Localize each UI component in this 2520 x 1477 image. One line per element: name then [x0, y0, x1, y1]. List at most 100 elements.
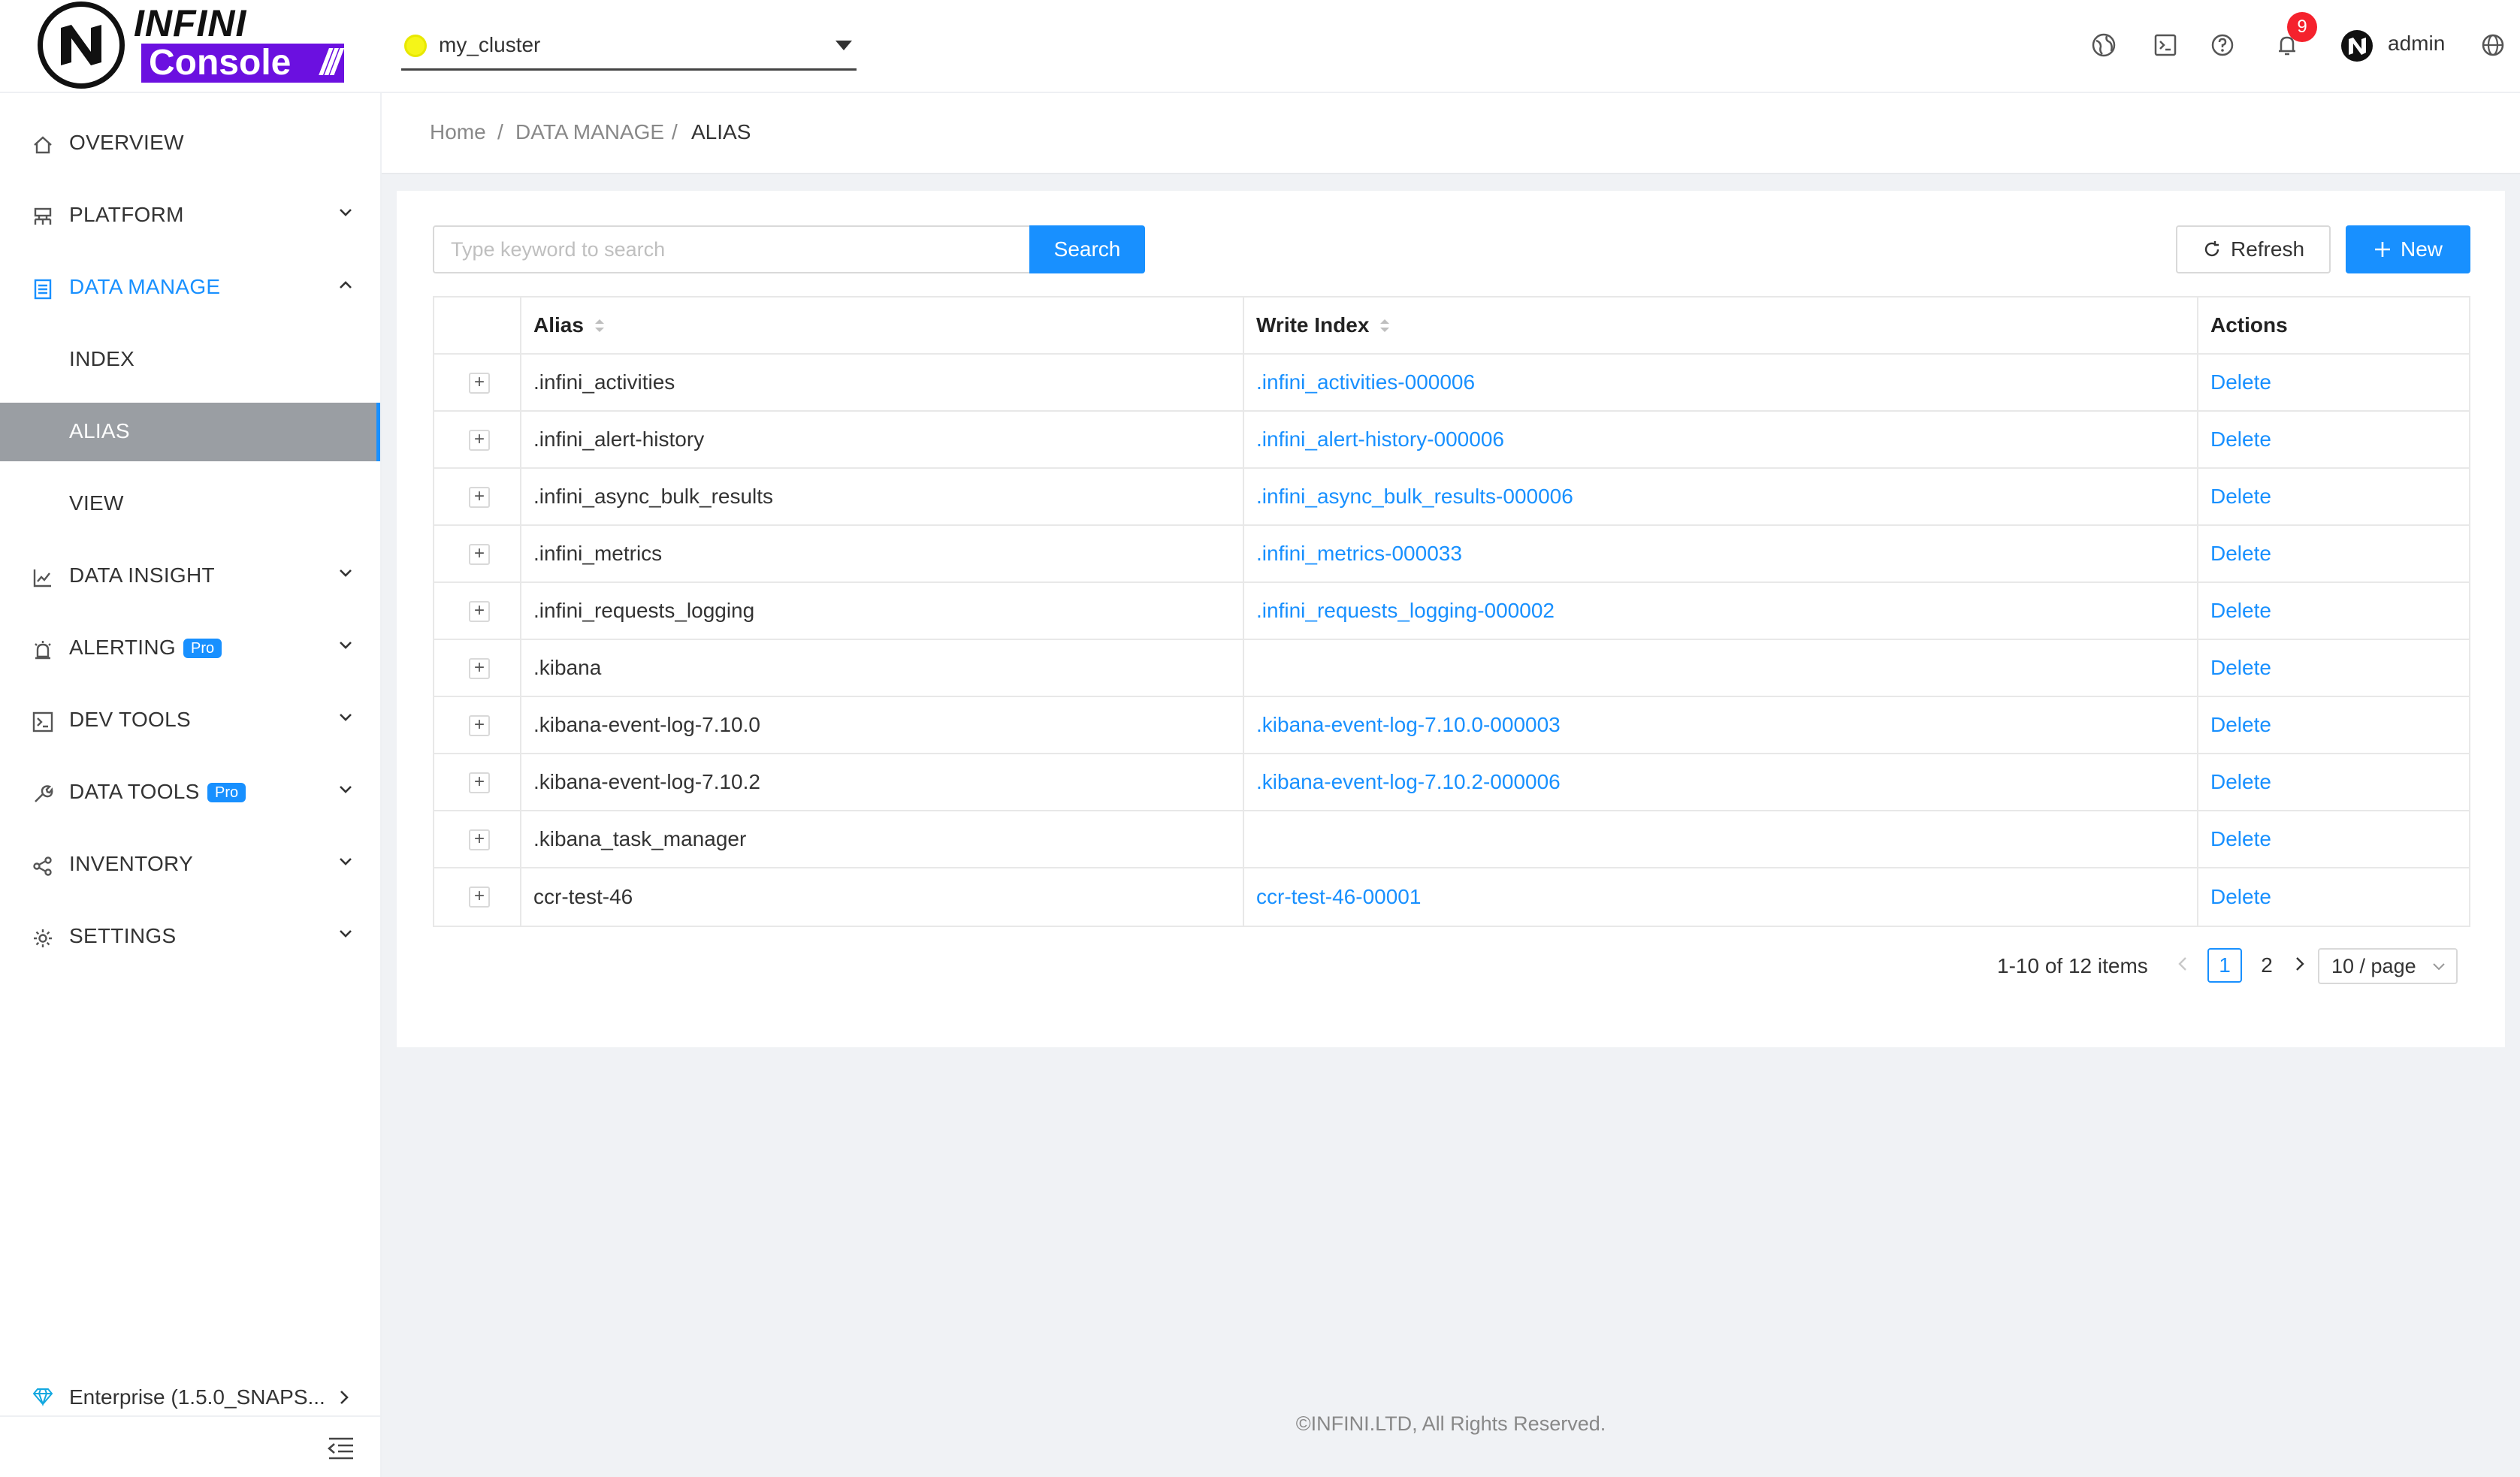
alias-cell: .infini_activities: [521, 355, 1244, 410]
diamond-icon: [32, 1388, 53, 1406]
new-alias-button[interactable]: New: [2346, 225, 2470, 273]
user-name[interactable]: admin: [2388, 32, 2445, 56]
column-header-write-index[interactable]: Write Index: [1244, 298, 2198, 353]
breadcrumb-separator: /: [672, 120, 678, 143]
alias-cell: .kibana-event-log-7.10.2: [521, 754, 1244, 810]
breadcrumb-home[interactable]: Home: [430, 120, 486, 144]
write-index-link[interactable]: .infini_async_bulk_results-000006: [1244, 469, 2198, 524]
pagination-prev-icon[interactable]: [2177, 956, 2188, 972]
sidebar-item-data-manage[interactable]: DATA MANAGE: [0, 258, 380, 317]
menu-fold-icon: [328, 1437, 353, 1460]
chevron-up-icon: [340, 281, 352, 288]
sidebar-item-data-tools[interactable]: DATA TOOLS Pro: [0, 763, 380, 822]
sidebar-item-label: ALIAS: [69, 419, 130, 442]
expand-cell: +: [434, 868, 521, 926]
search-input[interactable]: [433, 225, 1031, 273]
pagination-next-icon[interactable]: [2295, 956, 2305, 972]
delete-link[interactable]: Delete: [2198, 697, 2469, 753]
write-index-link[interactable]: .infini_requests_logging-000002: [1244, 583, 2198, 639]
delete-link[interactable]: Delete: [2198, 469, 2469, 524]
delete-link[interactable]: Delete: [2198, 355, 2469, 410]
sidebar-item-alerting[interactable]: ALERTING Pro: [0, 619, 380, 678]
share-nodes-icon: [33, 856, 52, 876]
pagination-page-2[interactable]: 2: [2250, 948, 2284, 983]
logo-text-console: Console ///: [141, 44, 344, 83]
table-row: + .kibana-event-log-7.10.0 .kibana-event…: [434, 697, 2469, 754]
write-index-link[interactable]: [1244, 811, 2198, 867]
cluster-selector[interactable]: my_cluster: [401, 23, 857, 71]
sidebar-item-data-insight[interactable]: DATA INSIGHT: [0, 547, 380, 606]
expand-row-button[interactable]: +: [469, 772, 490, 793]
alias-cell: .infini_metrics: [521, 526, 1244, 581]
infini-console-logo[interactable]: INFINI Console ///: [36, 0, 344, 93]
caret-down-icon: [835, 41, 852, 50]
alias-cell: .kibana_task_manager: [521, 811, 1244, 867]
console-terminal-icon[interactable]: [2152, 32, 2179, 59]
delete-link[interactable]: Delete: [2198, 526, 2469, 581]
refresh-button[interactable]: Refresh: [2176, 225, 2331, 273]
write-index-link[interactable]: .kibana-event-log-7.10.0-000003: [1244, 697, 2198, 753]
delete-link[interactable]: Delete: [2198, 583, 2469, 639]
table-row: + .infini_requests_logging .infini_reque…: [434, 583, 2469, 640]
expand-row-button[interactable]: +: [469, 887, 490, 908]
table-row: + .kibana Delete: [434, 640, 2469, 697]
expand-row-button[interactable]: +: [469, 544, 490, 565]
sort-icon[interactable]: [594, 319, 605, 333]
delete-link[interactable]: Delete: [2198, 868, 2469, 926]
expand-row-button[interactable]: +: [469, 430, 490, 451]
expand-row-button[interactable]: +: [469, 487, 490, 508]
expand-row-button[interactable]: +: [469, 601, 490, 622]
write-index-link[interactable]: ccr-test-46-00001: [1244, 868, 2198, 926]
sidebar-item-view[interactable]: VIEW: [0, 475, 380, 533]
write-index-link[interactable]: .kibana-event-log-7.10.2-000006: [1244, 754, 2198, 810]
write-index-link[interactable]: .infini_alert-history-000006: [1244, 412, 2198, 467]
expand-row-button[interactable]: +: [469, 715, 490, 736]
sidebar-collapse-button[interactable]: [0, 1415, 380, 1477]
user-avatar[interactable]: [2341, 30, 2373, 62]
table-row: + ccr-test-46 ccr-test-46-00001 Delete: [434, 868, 2469, 926]
delete-link[interactable]: Delete: [2198, 754, 2469, 810]
sort-icon[interactable]: [1379, 319, 1390, 333]
gear-icon: [34, 929, 52, 947]
logo-text-infini: INFINI: [134, 2, 247, 44]
cluster-globe-icon[interactable]: [2090, 32, 2117, 59]
delete-link[interactable]: Delete: [2198, 811, 2469, 867]
alias-cell: .kibana-event-log-7.10.0: [521, 697, 1244, 753]
delete-link[interactable]: Delete: [2198, 640, 2469, 696]
sidebar-item-inventory[interactable]: INVENTORY: [0, 835, 380, 894]
expand-cell: +: [434, 583, 521, 639]
sidebar-item-label: DATA TOOLS: [69, 780, 200, 803]
refresh-label: Refresh: [2230, 237, 2305, 261]
pagination-page-1[interactable]: 1: [2207, 948, 2242, 983]
chevron-down-icon: [340, 642, 352, 649]
sidebar-item-label: ALERTING: [69, 636, 176, 659]
footer-copyright: ©INFINI.LTD, All Rights Reserved.: [1295, 1412, 1606, 1435]
sidebar-item-index[interactable]: INDEX: [0, 331, 380, 389]
sidebar-item-dev-tools[interactable]: DEV TOOLS: [0, 691, 380, 750]
page-size-value: 10 / page: [2331, 955, 2416, 977]
expand-row-button[interactable]: +: [469, 373, 490, 394]
sidebar-item-label: INDEX: [69, 347, 135, 370]
column-header-alias[interactable]: Alias: [521, 298, 1244, 353]
expand-cell: +: [434, 754, 521, 810]
search-button[interactable]: Search: [1029, 225, 1145, 273]
alias-cell: .infini_requests_logging: [521, 583, 1244, 639]
write-index-link[interactable]: .infini_metrics-000033: [1244, 526, 2198, 581]
expand-row-button[interactable]: +: [469, 658, 490, 679]
chevron-down-icon: [340, 786, 352, 793]
help-icon[interactable]: [2209, 32, 2236, 59]
sidebar-item-settings[interactable]: SETTINGS: [0, 908, 380, 966]
breadcrumb-data-manage[interactable]: DATA MANAGE: [515, 120, 664, 144]
write-index-link[interactable]: .infini_activities-000006: [1244, 355, 2198, 410]
write-index-link[interactable]: [1244, 640, 2198, 696]
sidebar-item-platform[interactable]: PLATFORM: [0, 186, 380, 245]
page-size-select[interactable]: 10 / page: [2318, 948, 2458, 984]
language-globe-icon[interactable]: [2479, 32, 2506, 59]
sidebar: OVERVIEW PLATFORM DATA MANAGE INDEX ALIA…: [0, 93, 382, 1477]
plus-icon: [2374, 242, 2390, 257]
delete-link[interactable]: Delete: [2198, 412, 2469, 467]
expand-row-button[interactable]: +: [469, 829, 490, 850]
sidebar-item-alias[interactable]: ALIAS: [0, 403, 380, 461]
table-row: + .infini_alert-history .infini_alert-hi…: [434, 412, 2469, 469]
sidebar-item-overview[interactable]: OVERVIEW: [0, 114, 380, 173]
